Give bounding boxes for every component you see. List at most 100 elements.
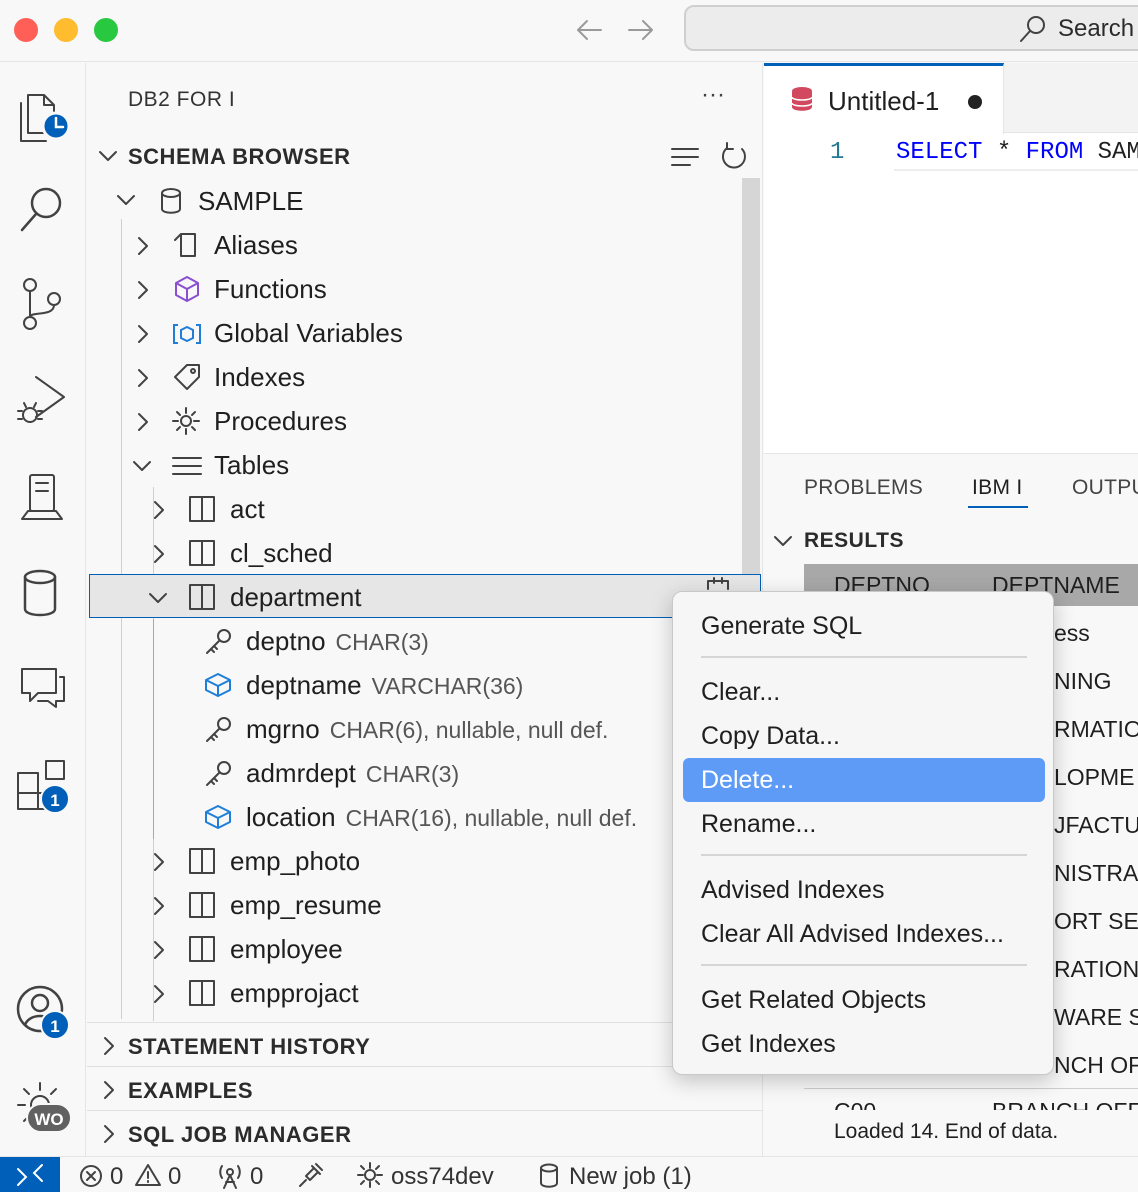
row-action-icon[interactable]: [705, 577, 731, 591]
chevron-right-icon[interactable]: [135, 235, 151, 257]
menu-item-generate-sql[interactable]: Generate SQL: [683, 604, 1045, 648]
chevron-right-icon[interactable]: [135, 279, 151, 301]
chevron-down-icon[interactable]: [131, 457, 153, 475]
category-aliases[interactable]: Aliases: [214, 230, 298, 261]
explorer-icon[interactable]: [16, 87, 76, 147]
column-location[interactable]: location CHAR(16), nullable, null def.: [246, 802, 637, 833]
more-actions-icon[interactable]: ···: [701, 81, 725, 109]
column-deptname[interactable]: deptname VARCHAR(36): [246, 670, 523, 701]
database-icon[interactable]: [20, 567, 64, 621]
unsaved-dot-icon[interactable]: [968, 95, 982, 109]
table-empprojact[interactable]: empprojact: [230, 978, 359, 1009]
tab-untitled-1[interactable]: Untitled-1: [764, 63, 1004, 134]
run-debug-icon[interactable]: [14, 371, 70, 427]
column-type: VARCHAR(36): [371, 673, 524, 699]
chevron-right-icon[interactable]: [135, 367, 151, 389]
index-tag-icon: [171, 362, 203, 392]
warning-count[interactable]: 0: [168, 1163, 181, 1191]
back-arrow-icon[interactable]: [574, 16, 604, 44]
table-act[interactable]: act: [230, 494, 265, 525]
chevron-down-icon[interactable]: [97, 147, 119, 165]
table-employee[interactable]: employee: [230, 934, 343, 965]
statement-history-section[interactable]: STATEMENT HISTORY: [87, 1022, 763, 1066]
warning-icon[interactable]: [134, 1162, 162, 1188]
table-department[interactable]: department: [230, 582, 362, 613]
menu-item-delete[interactable]: Delete...: [683, 758, 1045, 802]
source-control-icon[interactable]: [18, 277, 68, 333]
chevron-right-icon[interactable]: [101, 1079, 117, 1101]
menu-item-clear[interactable]: Clear...: [683, 670, 1045, 714]
close-window-button[interactable]: [14, 18, 38, 42]
search-icon: [1018, 13, 1048, 45]
remote-explorer-icon[interactable]: [18, 469, 68, 525]
category-tables[interactable]: Tables: [214, 450, 289, 481]
statement-history-header[interactable]: STATEMENT HISTORY: [128, 1034, 370, 1060]
status-bar: 0 0 0 oss74dev New job (1): [0, 1156, 1138, 1192]
job-label[interactable]: New job (1): [569, 1163, 692, 1191]
chevron-down-icon[interactable]: [115, 191, 137, 209]
chevron-right-icon[interactable]: [151, 939, 167, 961]
forward-arrow-icon[interactable]: [626, 16, 656, 44]
schema-sample[interactable]: SAMPLE: [198, 186, 304, 217]
category-indexes[interactable]: Indexes: [214, 362, 305, 393]
menu-item-rename[interactable]: Rename...: [683, 802, 1045, 846]
chevron-right-icon[interactable]: [151, 983, 167, 1005]
tab-output[interactable]: OUTPU: [1072, 476, 1138, 500]
chevron-down-icon[interactable]: [772, 532, 794, 550]
chevron-right-icon[interactable]: [101, 1123, 117, 1145]
chat-icon[interactable]: [16, 663, 70, 713]
table-emp-resume[interactable]: emp_resume: [230, 890, 382, 921]
chevron-right-icon[interactable]: [101, 1035, 117, 1057]
connection-name[interactable]: oss74dev: [391, 1163, 494, 1191]
column-mgrno[interactable]: mgrno CHAR(6), nullable, null def.: [246, 714, 608, 745]
chevron-right-icon[interactable]: [135, 411, 151, 433]
ports-antenna-icon[interactable]: [216, 1162, 244, 1190]
remote-indicator[interactable]: [0, 1157, 60, 1192]
category-procedures[interactable]: Procedures: [214, 406, 347, 437]
menu-item-copy-data[interactable]: Copy Data...: [683, 714, 1045, 758]
chevron-right-icon[interactable]: [151, 851, 167, 873]
result-cell: LOPME: [1054, 764, 1135, 790]
tab-ibm-i[interactable]: IBM I: [972, 476, 1023, 500]
column-cube-icon: [203, 803, 233, 831]
menu-item-get-indexes[interactable]: Get Indexes: [683, 1022, 1045, 1066]
category-functions[interactable]: Functions: [214, 274, 327, 305]
filter-list-icon[interactable]: [670, 145, 700, 169]
table-cl-sched[interactable]: cl_sched: [230, 538, 333, 569]
code-line[interactable]: SELECT * FROM SAM: [896, 139, 1138, 166]
column-admrdept[interactable]: admrdept CHAR(3): [246, 758, 459, 789]
chevron-down-icon[interactable]: [147, 589, 169, 607]
error-icon[interactable]: [78, 1163, 104, 1189]
error-count[interactable]: 0: [110, 1163, 123, 1191]
column-deptno[interactable]: deptno CHAR(3): [246, 626, 429, 657]
title-bar: Search: [0, 0, 1138, 62]
menu-item-get-related-objects[interactable]: Get Related Objects: [683, 978, 1045, 1022]
chevron-right-icon[interactable]: [151, 895, 167, 917]
maximize-window-button[interactable]: [94, 18, 118, 42]
plug-icon[interactable]: [296, 1162, 324, 1190]
sidebar-scrollbar[interactable]: [742, 178, 760, 608]
search-view-icon[interactable]: [16, 181, 68, 237]
examples-section[interactable]: EXAMPLES: [87, 1066, 763, 1110]
examples-header[interactable]: EXAMPLES: [128, 1078, 253, 1104]
tab-problems[interactable]: PROBLEMS: [804, 476, 923, 500]
refresh-icon[interactable]: [719, 141, 749, 171]
sql-job-manager-section[interactable]: SQL JOB MANAGER: [87, 1110, 763, 1154]
connection-gear-icon[interactable]: [356, 1161, 384, 1189]
sql-job-manager-header[interactable]: SQL JOB MANAGER: [128, 1122, 351, 1148]
chevron-right-icon[interactable]: [135, 323, 151, 345]
menu-item-advised-indexes[interactable]: Advised Indexes: [683, 868, 1045, 912]
job-database-icon[interactable]: [538, 1162, 560, 1190]
chevron-right-icon[interactable]: [151, 543, 167, 565]
results-header[interactable]: RESULTS: [804, 529, 904, 553]
manage-badge: WO: [26, 1103, 72, 1133]
sql-keyword: FROM: [1025, 139, 1084, 166]
minimize-window-button[interactable]: [54, 18, 78, 42]
table-emp-photo[interactable]: emp_photo: [230, 846, 360, 877]
schema-browser-header[interactable]: SCHEMA BROWSER: [128, 144, 351, 170]
menu-item-clear-all-advised-indexes[interactable]: Clear All Advised Indexes...: [683, 912, 1045, 956]
category-global-variables[interactable]: Global Variables: [214, 318, 403, 349]
ports-count[interactable]: 0: [250, 1163, 263, 1191]
side-bar: DB2 FOR I ··· SCHEMA BROWSER SAMPLE Alia…: [87, 63, 763, 1156]
chevron-right-icon[interactable]: [151, 499, 167, 521]
